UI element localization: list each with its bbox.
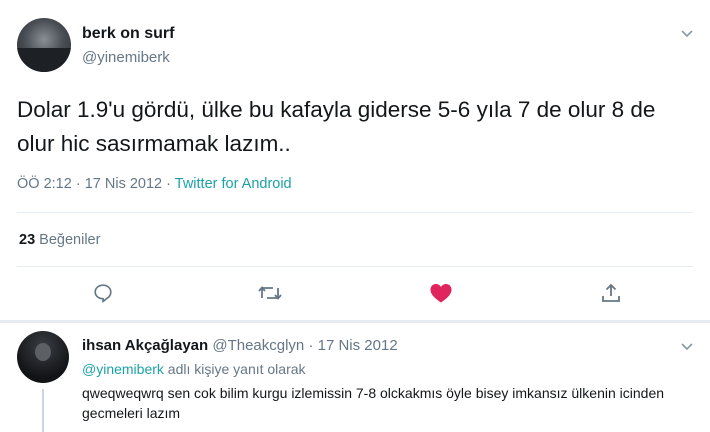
replying-to: @yinemiberk adlı kişiye yanıt olarak	[82, 361, 306, 377]
main-tweet: berk on surf @yinemiberk Dolar 1.9'u gör…	[0, 0, 710, 323]
tweet-meta: ÖÖ 2:12 · 17 Nis 2012 · Twitter for Andr…	[17, 176, 292, 192]
author-avatar[interactable]	[17, 18, 71, 72]
tweet-text: Dolar 1.9'u gördü, ülke bu kafayla gider…	[17, 97, 656, 156]
reply-author-handle[interactable]: @Theakcglyn	[212, 337, 304, 354]
tweet-source[interactable]: Twitter for Android	[175, 176, 292, 192]
author-name[interactable]: berk on surf	[82, 25, 174, 43]
share-icon	[602, 283, 620, 302]
reply-dot: ·	[308, 337, 314, 354]
like-button[interactable]	[428, 280, 454, 306]
likes-label: Beğeniler	[39, 232, 101, 248]
chevron-down-icon[interactable]	[680, 339, 694, 353]
reply-button[interactable]	[90, 280, 116, 306]
heart-icon	[430, 284, 452, 303]
tweet-time[interactable]: ÖÖ 2:12	[17, 176, 72, 192]
like-count: 23	[19, 232, 36, 248]
reply-icon	[94, 284, 112, 303]
divider	[17, 266, 693, 267]
likes-link[interactable]: 23 Beğeniler	[19, 232, 100, 248]
tweet-date[interactable]: 17 Nis 2012	[85, 176, 162, 192]
chevron-down-icon[interactable]	[680, 26, 694, 40]
retweet-button[interactable]	[257, 280, 283, 306]
reply-text: qweqweqwrq sen cok bilim kurgu izlemissi…	[82, 385, 665, 421]
reply-header: ihsan Akçağlayan @Theakcglyn · 17 Nis 20…	[82, 337, 398, 354]
divider	[17, 212, 693, 213]
replying-to-label: adlı kişiye yanıt olarak	[167, 361, 306, 377]
reply-tweet[interactable]: ihsan Akçağlayan @Theakcglyn · 17 Nis 20…	[0, 323, 710, 432]
reply-avatar[interactable]	[17, 331, 69, 383]
meta-dot: ·	[75, 176, 81, 192]
thread-line	[42, 389, 44, 432]
author-handle[interactable]: @yinemiberk	[82, 49, 170, 66]
replying-to-mention[interactable]: @yinemiberk	[82, 361, 164, 377]
reply-date[interactable]: 17 Nis 2012	[318, 337, 398, 354]
heart-shape	[430, 284, 452, 303]
meta-dot: ·	[166, 176, 171, 192]
retweet-icon	[258, 286, 282, 300]
reply-author-name[interactable]: ihsan Akçağlayan	[82, 337, 208, 354]
share-button[interactable]	[598, 280, 624, 306]
